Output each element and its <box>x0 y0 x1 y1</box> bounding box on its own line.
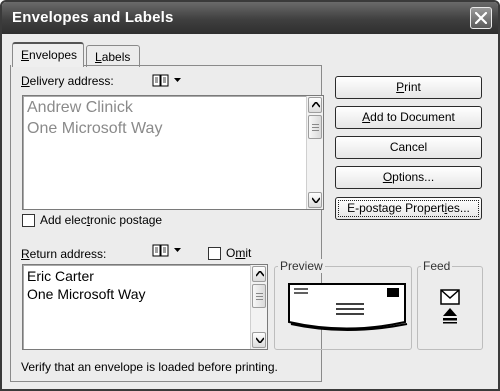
return-line-1: Eric Carter <box>27 268 94 284</box>
chevron-up-icon <box>256 271 264 277</box>
return-address-label: Return address: <box>21 247 107 261</box>
feed-method[interactable] <box>439 288 461 324</box>
chevron-down-icon[interactable] <box>174 78 181 83</box>
feed-label: Feed <box>421 259 453 273</box>
chevron-up-icon <box>312 102 320 108</box>
return-address-text: Eric Carter One Microsoft Way <box>27 267 146 303</box>
delivery-address-text: Andrew Clinick One Microsoft Way <box>27 97 162 139</box>
tab-labels-mnemonic: L <box>95 50 102 64</box>
address-book-icon[interactable] <box>152 74 170 88</box>
envelope-preview[interactable] <box>286 281 410 333</box>
scroll-down-button[interactable] <box>252 332 266 348</box>
scroll-thumb[interactable] <box>252 284 266 308</box>
scroll-up-button[interactable] <box>308 97 322 113</box>
tab-labels-label: abels <box>101 50 131 64</box>
close-button[interactable] <box>470 7 492 29</box>
tab-labels[interactable]: Labels <box>86 45 140 67</box>
add-to-document-button[interactable]: Add to Document <box>335 106 482 129</box>
electronic-postage-label: Add electronic postage <box>40 213 163 227</box>
return-line-2: One Microsoft Way <box>27 286 146 302</box>
envelope-preview-icon <box>288 283 408 331</box>
omit-checkbox[interactable] <box>208 247 221 260</box>
title-bar: Envelopes and Labels <box>2 2 498 34</box>
delivery-line-1: Andrew Clinick <box>27 99 133 116</box>
scroll-down-button[interactable] <box>308 192 322 208</box>
chevron-down-icon <box>256 337 264 343</box>
scroll-up-button[interactable] <box>252 266 266 282</box>
delivery-line-2: One Microsoft Way <box>27 120 163 137</box>
close-icon <box>475 12 487 24</box>
chevron-down-icon <box>312 197 320 203</box>
tab-envelopes-mnemonic: E <box>21 48 30 62</box>
delivery-address-label: Delivery address: <box>21 74 114 88</box>
electronic-postage-checkbox[interactable] <box>22 214 35 227</box>
return-scrollbar[interactable] <box>250 265 267 349</box>
address-book-icon[interactable] <box>152 244 170 258</box>
return-address-field[interactable]: Eric Carter One Microsoft Way <box>22 264 268 350</box>
preview-label: Preview <box>278 259 325 273</box>
omit-label: Omit <box>226 246 252 260</box>
status-message: Verify that an envelope is loaded before… <box>21 360 278 374</box>
dialog-title: Envelopes and Labels <box>12 9 174 26</box>
delivery-address-field[interactable]: Andrew Clinick One Microsoft Way <box>22 95 324 210</box>
print-button[interactable]: Print <box>335 76 482 99</box>
cancel-button[interactable]: Cancel <box>335 136 482 159</box>
chevron-down-icon[interactable] <box>174 248 181 253</box>
options-button[interactable]: Options... <box>335 166 482 189</box>
tab-envelopes-label: nvelopes <box>29 48 78 62</box>
tab-envelopes[interactable]: Envelopes <box>12 42 84 67</box>
scroll-thumb[interactable] <box>308 115 322 139</box>
delivery-scrollbar[interactable] <box>306 96 323 209</box>
e-postage-properties-button[interactable]: E-postage Properties... <box>335 197 482 220</box>
envelope-feed-icon <box>440 289 460 324</box>
envelopes-labels-dialog: Envelopes and Labels Envelopes Labels De… <box>0 0 500 391</box>
